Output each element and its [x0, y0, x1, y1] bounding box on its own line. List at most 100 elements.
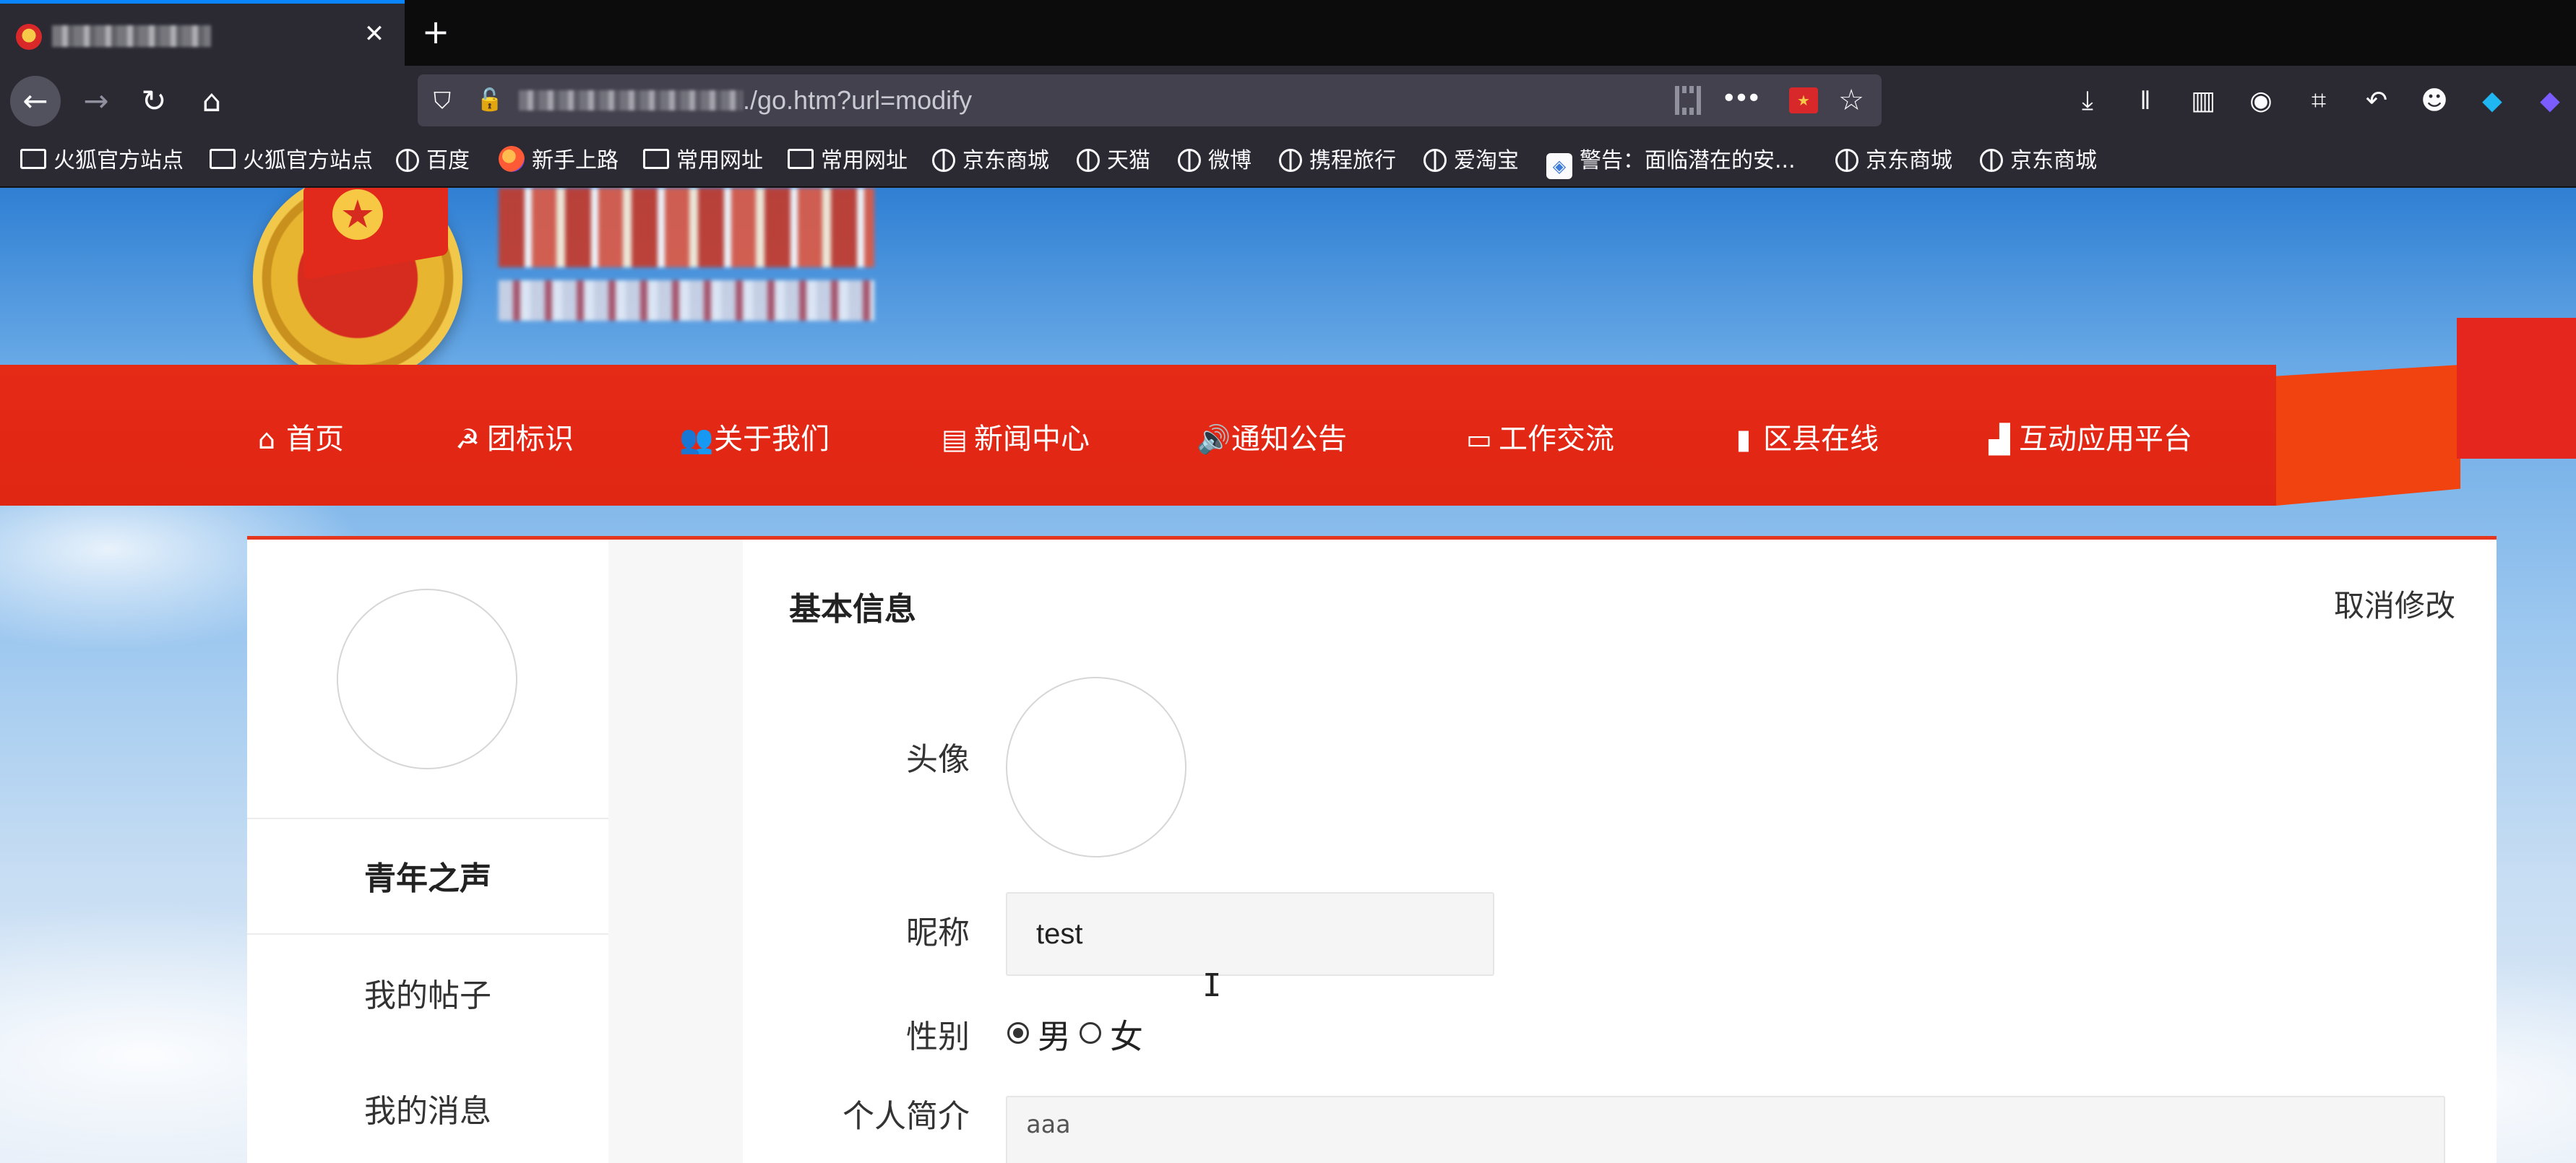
reload-icon[interactable]: ↻ [129, 76, 179, 126]
download-icon[interactable]: ⤓ [2068, 82, 2107, 121]
sidebar-item-my-posts[interactable]: 我的帖子 [247, 967, 608, 1025]
globe-icon [932, 149, 955, 172]
bookmark-item[interactable]: ◈ 警告：面临潜在的安... [1546, 145, 1796, 179]
nav-about[interactable]: 👥关于我们 [679, 419, 830, 459]
folder-icon [788, 149, 814, 169]
firefox-icon [499, 146, 525, 172]
bookmark-item[interactable]: 火狐官方站点 [20, 145, 184, 177]
globe-icon [1178, 149, 1201, 172]
monitor-icon: ▭ [1466, 423, 1492, 455]
back-arrow-icon[interactable]: ← [10, 76, 61, 126]
screenshot-crop-icon[interactable]: ⌗ [2299, 82, 2338, 121]
home-icon[interactable]: ⌂ [186, 76, 237, 126]
folder-icon [643, 149, 669, 169]
emblem-star-icon: ★ [332, 189, 383, 240]
url-host-redacted [519, 90, 743, 111]
gender-female-radio[interactable] [1080, 1022, 1101, 1044]
forward-arrow-icon[interactable]: → [71, 76, 121, 126]
sidebar-avatar[interactable] [337, 589, 517, 769]
site-title-redacted [499, 188, 874, 267]
text-cursor-icon: I [1202, 967, 1222, 1004]
sidebar-item-my-messages[interactable]: 我的消息 [247, 1083, 608, 1141]
tracking-shield-icon[interactable]: ⛉ [428, 85, 457, 116]
bookmark-item[interactable]: 常用网址 [788, 145, 908, 177]
nav-news[interactable]: ▤ 新闻中心 [939, 419, 1090, 459]
globe-icon [1980, 149, 2003, 172]
gender-male-label[interactable]: 男 [1038, 1011, 1071, 1058]
nav-interactive[interactable]: ▟ 互动应用平台 [1984, 419, 2192, 459]
warning-icon: ◈ [1546, 153, 1572, 179]
folder-icon [210, 149, 236, 169]
browser-tab-active[interactable]: ✕ [0, 0, 405, 66]
burp-extension-icon[interactable]: ☻ [2415, 82, 2454, 121]
gender-label: 性别 [906, 1019, 970, 1055]
sidebar-item-youth-voice[interactable]: 青年之声 [247, 850, 608, 908]
site-banner: ★ [0, 188, 2576, 383]
profile-sidebar: 青年之声 我的帖子 我的消息 [247, 540, 608, 1163]
profile-panel: 青年之声 我的帖子 我的消息 基本信息 取消修改 头像 昵称 test I 性别… [247, 536, 2497, 1163]
nav-work[interactable]: ▭ 工作交流 [1464, 419, 1614, 459]
divider [247, 933, 608, 935]
china-flag-icon[interactable]: ★ [1789, 87, 1818, 113]
close-tab-icon[interactable]: ✕ [358, 18, 390, 50]
url-path: ./go.htm?url=modify [743, 85, 973, 115]
bookmark-item[interactable]: 京东商城 [1835, 145, 1952, 177]
bookmark-item[interactable]: 微博 [1178, 145, 1252, 177]
browser-tab-bar: ✕ + [0, 0, 2576, 66]
undo-arrow-icon[interactable]: ↶ [2357, 82, 2396, 121]
map-icon: ▮ [1736, 423, 1752, 455]
globe-icon [1279, 149, 1302, 172]
library-icon[interactable]: 𝍪 [2126, 82, 2165, 121]
bookmark-item[interactable]: 火狐官方站点 [210, 145, 373, 177]
page-actions-menu-icon[interactable]: ••• [1718, 83, 1762, 118]
account-icon[interactable]: ◉ [2241, 82, 2280, 121]
gender-female-label[interactable]: 女 [1110, 1011, 1143, 1058]
bookmark-item[interactable]: 携程旅行 [1279, 145, 1396, 177]
speaker-icon: 🔊 [1197, 423, 1231, 455]
emblem-icon: ☭ [455, 423, 481, 455]
divider [247, 818, 608, 819]
nav-home[interactable]: ⌂ 首页 [251, 419, 344, 459]
nav-emblem[interactable]: ☭ 团标识 [452, 419, 574, 459]
users-icon: 👥 [679, 423, 714, 455]
chart-icon: ▟ [1989, 423, 2010, 455]
bookmark-star-icon[interactable]: ☆ [1834, 83, 1869, 118]
nav-ribbon-decor [2276, 365, 2460, 506]
nav-districts[interactable]: ▮ 区县在线 [1728, 419, 1879, 459]
globe-icon [396, 149, 419, 172]
site-favicon-icon [16, 24, 42, 50]
avatar-upload[interactable] [1006, 677, 1186, 857]
web-page: ★ ⌂ 首页 ☭ 团标识 👥关于我们 ▤ 新闻中心 🔊通知公告 ▭ 工作交流 ▮ 区县在线… [0, 188, 2576, 1163]
nav-ribbon-decor [2457, 318, 2576, 459]
site-url-redacted [499, 280, 874, 321]
bio-textarea[interactable]: aaa [1006, 1096, 2445, 1163]
bookmark-item[interactable]: 京东商城 [1980, 145, 2097, 177]
avatar-label: 头像 [906, 741, 970, 778]
insecure-lock-icon[interactable]: 🔓 [475, 85, 504, 116]
bookmark-item[interactable]: 爱淘宝 [1423, 145, 1519, 177]
nickname-input[interactable]: test [1006, 892, 1494, 976]
bookmark-item[interactable]: 天猫 [1077, 145, 1150, 177]
gender-male-radio[interactable] [1007, 1022, 1029, 1044]
tab-title-redacted [52, 25, 211, 47]
bookmark-item[interactable]: 常用网址 [643, 145, 763, 177]
nav-notices[interactable]: 🔊通知公告 [1197, 419, 1347, 459]
browser-nav-toolbar: ← → ↻ ⌂ ⛉ 🔓 ./go.htm?url=modify ••• ★ ☆ … [0, 66, 2576, 160]
globe-icon [1077, 149, 1100, 172]
cancel-edit-link[interactable]: 取消修改 [2334, 582, 2455, 626]
proxy-extension-icon[interactable]: ◆ [2473, 82, 2512, 121]
league-emblem-logo[interactable]: ★ [253, 188, 462, 383]
folder-icon [20, 149, 46, 169]
bio-label: 个人简介 [843, 1098, 970, 1135]
bookmark-item[interactable]: 京东商城 [932, 145, 1049, 177]
nickname-label: 昵称 [906, 915, 970, 951]
sidebar-icon[interactable]: ▥ [2184, 82, 2223, 121]
bookmark-item[interactable]: 新手上路 [499, 145, 619, 177]
form-title: 基本信息 [789, 591, 916, 628]
qr-code-icon[interactable] [1675, 86, 1702, 115]
extension-diamond-icon[interactable]: ◆ [2530, 82, 2569, 121]
new-tab-icon[interactable]: + [418, 14, 454, 51]
url-bar[interactable]: ⛉ 🔓 ./go.htm?url=modify ••• ★ ☆ [418, 74, 1882, 126]
news-icon: ▤ [942, 423, 968, 455]
bookmark-item[interactable]: 百度 [396, 145, 470, 177]
